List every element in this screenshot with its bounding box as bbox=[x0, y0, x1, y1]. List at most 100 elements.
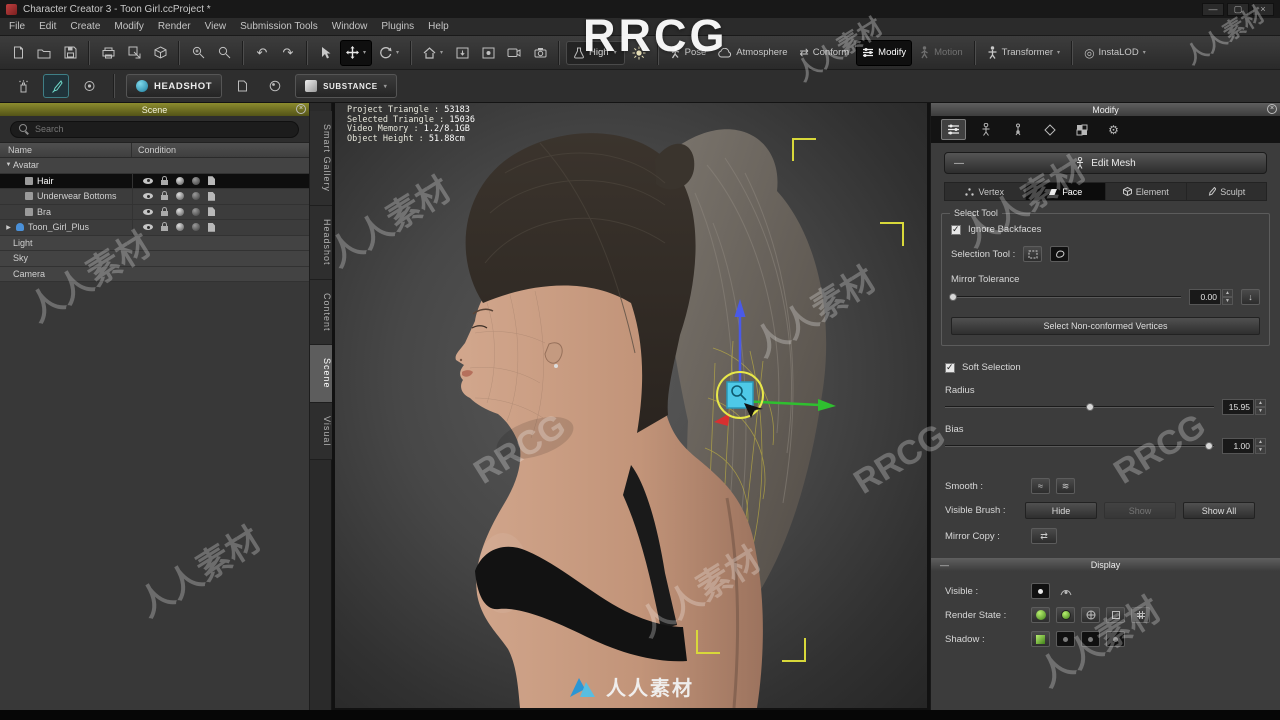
tree-row-underwear-bottoms[interactable]: Underwear Bottoms bbox=[0, 189, 309, 205]
search-input[interactable] bbox=[35, 124, 290, 134]
shadow-cast-icon[interactable] bbox=[1031, 631, 1050, 647]
export-button[interactable] bbox=[122, 40, 146, 66]
tree-row-avatar[interactable]: ▼ Avatar bbox=[0, 158, 309, 174]
details-page-icon[interactable] bbox=[208, 176, 215, 186]
undo-button[interactable]: ↶ bbox=[250, 40, 274, 66]
visible-toggle-icon[interactable] bbox=[1031, 583, 1050, 599]
tree-row-light[interactable]: Light bbox=[0, 235, 309, 251]
camera-view-button[interactable] bbox=[502, 40, 526, 66]
expand-arrow-icon[interactable]: ▶ bbox=[4, 224, 13, 231]
shadow-receive-icon[interactable] bbox=[1056, 631, 1075, 647]
material-ball-icon[interactable] bbox=[262, 74, 288, 98]
gear-icon[interactable]: ⚙ bbox=[1101, 119, 1126, 140]
pose-button[interactable]: Pose bbox=[665, 40, 712, 66]
light-button[interactable] bbox=[627, 40, 651, 66]
visibility-eye-icon[interactable] bbox=[143, 177, 153, 184]
visibility-eye-icon[interactable] bbox=[143, 193, 153, 200]
headshot-plugin-button[interactable]: HEADSHOT bbox=[126, 74, 223, 98]
move-tool-button[interactable]: ▾ bbox=[340, 39, 373, 66]
select-tool-button[interactable] bbox=[314, 40, 338, 66]
menu-plugins[interactable]: Plugins bbox=[374, 21, 421, 32]
collapse-minus-icon[interactable]: — bbox=[940, 560, 949, 570]
menu-edit[interactable]: Edit bbox=[32, 21, 63, 32]
column-name[interactable]: Name bbox=[0, 143, 132, 157]
cart-tool-icon[interactable] bbox=[76, 74, 102, 98]
material-sphere-icon[interactable] bbox=[176, 176, 184, 185]
render-quality-dropdown[interactable]: High ▾ bbox=[566, 40, 625, 65]
visibility-eye-icon[interactable] bbox=[143, 208, 153, 215]
display-section-header[interactable]: — Display bbox=[931, 558, 1280, 571]
render-state-wireframe-icon[interactable] bbox=[1081, 607, 1100, 623]
viewport-3d[interactable]: Project Triangle : 53183 Selected Triang… bbox=[332, 103, 930, 710]
maximize-button[interactable]: ▢ bbox=[1227, 2, 1249, 16]
menu-help[interactable]: Help bbox=[421, 21, 456, 32]
frame-selected-button[interactable] bbox=[476, 40, 500, 66]
open-project-button[interactable] bbox=[32, 40, 56, 66]
material-sphere-icon[interactable] bbox=[176, 223, 184, 232]
details-page-icon[interactable] bbox=[208, 222, 215, 232]
home-view-button[interactable]: ▾ bbox=[418, 40, 448, 66]
smooth-strong-icon[interactable]: ≋ bbox=[1056, 478, 1075, 494]
atmosphere-button[interactable]: Atmosphere bbox=[713, 40, 792, 66]
instalod-button[interactable]: ◎ InstaLOD ▾ bbox=[1079, 40, 1151, 66]
mirror-tolerance-slider[interactable] bbox=[949, 291, 1181, 303]
redo-button[interactable]: ↷ bbox=[276, 40, 300, 66]
lock-icon[interactable] bbox=[161, 191, 168, 201]
search-box[interactable] bbox=[10, 120, 299, 138]
conform-button[interactable]: ⇄ Conform bbox=[795, 40, 855, 66]
render-state-shaded-icon[interactable] bbox=[1031, 607, 1050, 623]
radius-slider[interactable] bbox=[945, 401, 1214, 413]
soft-selection-checkbox[interactable] bbox=[945, 362, 955, 373]
render-state-box-icon[interactable] bbox=[1106, 607, 1125, 623]
tree-row-toon-girl-plus[interactable]: ▶ Toon_Girl_Plus bbox=[0, 220, 309, 236]
package-button[interactable] bbox=[148, 40, 172, 66]
texture-checker-icon[interactable] bbox=[1069, 119, 1094, 140]
mode-vertex[interactable]: Vertex bbox=[945, 183, 1026, 200]
lock-icon[interactable] bbox=[161, 222, 168, 232]
camera-body-button[interactable] bbox=[528, 40, 552, 66]
lasso-select-icon[interactable] bbox=[1050, 246, 1070, 262]
slider-thumb[interactable] bbox=[949, 293, 958, 301]
tab-headshot[interactable]: Headshot bbox=[310, 206, 332, 280]
menu-view[interactable]: View bbox=[198, 21, 234, 32]
smooth-wave-icon[interactable]: ≈ bbox=[1031, 478, 1050, 494]
menu-window[interactable]: Window bbox=[325, 21, 375, 32]
spin-down-icon[interactable]: ▼ bbox=[1255, 407, 1266, 415]
lock-icon[interactable] bbox=[161, 206, 168, 216]
edit-mesh-bar[interactable]: — Edit Mesh bbox=[944, 152, 1267, 174]
tab-visual[interactable]: Visual bbox=[310, 402, 332, 460]
render-sphere-icon[interactable] bbox=[192, 207, 200, 216]
spray-tool-icon[interactable] bbox=[10, 74, 36, 98]
shadow-self-icon[interactable] bbox=[1081, 631, 1100, 647]
rect-select-icon[interactable] bbox=[1023, 246, 1043, 262]
rotate-tool-button[interactable]: ▾ bbox=[374, 40, 404, 66]
shadow-only-icon[interactable] bbox=[1106, 631, 1125, 647]
details-page-icon[interactable] bbox=[208, 207, 215, 217]
spin-up-icon[interactable]: ▲ bbox=[1255, 438, 1266, 446]
slider-thumb[interactable] bbox=[1086, 403, 1095, 411]
slider-thumb[interactable] bbox=[1204, 442, 1213, 450]
mode-face[interactable]: Face bbox=[1025, 183, 1106, 200]
details-page-icon[interactable] bbox=[208, 191, 215, 201]
bias-slider[interactable] bbox=[945, 440, 1214, 452]
gizmo-x-axis[interactable] bbox=[818, 399, 836, 411]
spin-up-icon[interactable]: ▲ bbox=[1255, 399, 1266, 407]
frame-all-button[interactable] bbox=[450, 40, 474, 66]
material-sphere-icon[interactable] bbox=[176, 207, 184, 216]
zoom-region-icon[interactable] bbox=[212, 40, 236, 66]
collapse-minus-icon[interactable]: — bbox=[954, 158, 964, 169]
radius-value[interactable]: 15.95 bbox=[1222, 399, 1254, 415]
morph-icon[interactable] bbox=[1037, 119, 1062, 140]
menu-file[interactable]: File bbox=[2, 21, 32, 32]
print-screen-button[interactable] bbox=[96, 40, 120, 66]
material-sphere-icon[interactable] bbox=[176, 192, 184, 201]
tab-scene[interactable]: Scene bbox=[310, 345, 332, 403]
zoom-in-icon[interactable] bbox=[186, 40, 210, 66]
substance-painter-button[interactable]: SUBSTANCE ▾ bbox=[295, 74, 398, 98]
tree-row-sky[interactable]: Sky bbox=[0, 251, 309, 267]
menu-modify[interactable]: Modify bbox=[107, 21, 150, 32]
hide-button[interactable]: Hide bbox=[1025, 502, 1097, 519]
spin-up-icon[interactable]: ▲ bbox=[1222, 289, 1233, 297]
mirror-tolerance-value[interactable]: 0.00 bbox=[1189, 289, 1221, 305]
collapse-arrow-icon[interactable]: ▼ bbox=[4, 162, 13, 168]
